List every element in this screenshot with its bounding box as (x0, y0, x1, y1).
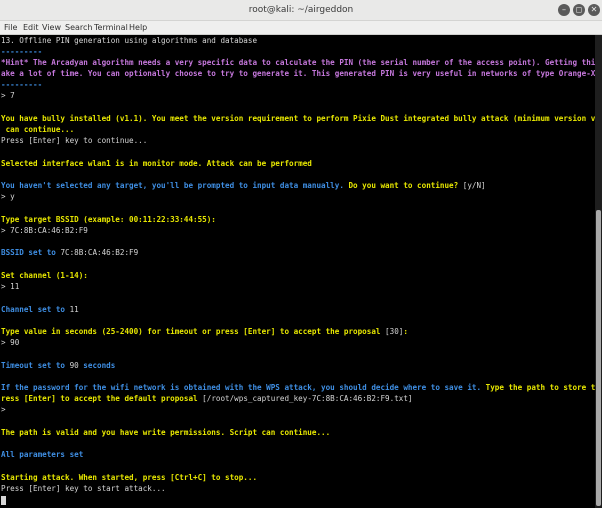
terminal-cursor (1, 496, 6, 505)
terminal-text: [30] (385, 327, 404, 336)
terminal-text: Press [Enter] key to continue... (1, 136, 148, 145)
terminal-line: --------- (1, 80, 42, 90)
terminal-text: Do you want to continue? (348, 181, 459, 190)
terminal-text: > y (1, 192, 15, 201)
terminal-text: Timeout set to (1, 361, 70, 370)
terminal-line: Set channel (1-14): (1, 271, 88, 281)
terminal-text: [/root/wps_captured_key-7C:8B:CA:46:B2:F… (202, 394, 413, 403)
terminal-text: You haven't selected any target, you'll … (1, 181, 349, 190)
terminal-text: Channel set to (1, 305, 70, 314)
terminal-line: All parameters set (1, 450, 83, 460)
terminal-line: If the password for the wifi network is … (1, 383, 602, 393)
terminal-line: > 11 (1, 282, 19, 292)
terminal-text: Type value in seconds (25-2400) for time… (1, 327, 386, 336)
menu-terminal[interactable]: Terminal (94, 21, 128, 34)
terminal-text: Type target BSSID (example: 00:11:22:33:… (1, 215, 216, 224)
terminal-text: ake a lot of time. You can optionally ch… (1, 69, 602, 78)
terminal-line: You haven't selected any target, you'll … (1, 181, 486, 191)
minimize-button[interactable]: – (558, 4, 570, 16)
terminal-text: : (403, 327, 408, 336)
terminal-text: The path is valid and you have write per… (1, 428, 331, 437)
terminal-line: --------- (1, 47, 42, 57)
terminal-output[interactable]: 13. Offline PIN generation using algorit… (0, 35, 602, 508)
terminal-text: Press [Enter] key to start attack... (1, 484, 166, 493)
menu-edit[interactable]: Edit (23, 21, 39, 34)
terminal-text: > 11 (1, 282, 20, 291)
terminal-text: > 7 (1, 91, 15, 100)
terminal-text: > 90 (1, 338, 20, 347)
terminal-text: seconds (78, 361, 116, 370)
terminal-text: 90 (69, 361, 79, 370)
terminal-line: Channel set to 11 (1, 305, 79, 315)
menu-file[interactable]: File (4, 21, 17, 34)
terminal-line: The path is valid and you have write per… (1, 428, 330, 438)
terminal-line: Selected interface wlan1 is in monitor m… (1, 159, 312, 169)
terminal-window: root@kali: ~/airgeddon – ◻ ✕ File Edit V… (0, 0, 602, 508)
terminal-line: Type target BSSID (example: 00:11:22:33:… (1, 215, 216, 225)
terminal-line: > y (1, 192, 15, 202)
terminal-line: 13. Offline PIN generation using algorit… (1, 36, 257, 46)
menu-help[interactable]: Help (129, 21, 147, 34)
terminal-line: You have bully installed (v1.1). You mee… (1, 114, 602, 124)
terminal-text: 11 (69, 305, 79, 314)
title-bar[interactable]: root@kali: ~/airgeddon – ◻ ✕ (0, 0, 602, 21)
terminal-line: Type value in seconds (25-2400) for time… (1, 327, 408, 337)
terminal-text: Selected interface wlan1 is in monitor m… (1, 159, 312, 168)
terminal-text: can continue... (1, 125, 75, 134)
terminal-text: Set channel (1-14): (1, 271, 88, 280)
terminal-line: BSSID set to 7C:8B:CA:46:B2:F9 (1, 248, 138, 258)
maximize-button[interactable]: ◻ (573, 4, 585, 16)
terminal-text: All parameters set (1, 450, 84, 459)
window-title: root@kali: ~/airgeddon (248, 5, 354, 15)
terminal-line: > (1, 405, 6, 415)
terminal-line: > 7C:8B:CA:46:B2:F9 (1, 226, 88, 236)
terminal-line: Press [Enter] key to start attack... (1, 484, 166, 494)
scrollbar[interactable] (595, 35, 602, 508)
terminal-text: If the password for the wifi network is … (1, 383, 486, 392)
terminal-line: ress [Enter] to accept the default propo… (1, 394, 412, 404)
terminal-text: *Hint* The Arcadyan algorithm needs a ve… (1, 58, 602, 67)
terminal-text: --------- (1, 80, 43, 89)
terminal-text: BSSID set to (1, 248, 61, 257)
terminal-line: > 90 (1, 338, 19, 348)
menu-bar: File Edit View Search Terminal Help (0, 21, 602, 35)
terminal-text: 13. Offline PIN generation using algorit… (1, 36, 258, 45)
menu-view[interactable]: View (42, 21, 61, 34)
terminal-line: Press [Enter] key to continue... (1, 136, 147, 146)
terminal-line: Starting attack. When started, press [Ct… (1, 473, 257, 483)
scrollbar-thumb[interactable] (596, 210, 601, 506)
terminal-text: [y/N] (458, 181, 486, 190)
terminal-line: can continue... (1, 125, 75, 135)
terminal-text: You have bully installed (v1.1). You mee… (1, 114, 602, 123)
terminal-text: Type the path to store the file or p (485, 383, 602, 392)
terminal-text: ress [Enter] to accept the default propo… (1, 394, 203, 403)
menu-search[interactable]: Search (65, 21, 92, 34)
terminal-line: Timeout set to 90 seconds (1, 361, 115, 371)
terminal-line: ake a lot of time. You can optionally ch… (1, 69, 602, 79)
terminal-text: Starting attack. When started, press [Ct… (1, 473, 258, 482)
terminal-text: 7C:8B:CA:46:B2:F9 (60, 248, 139, 257)
terminal-text: > (1, 405, 6, 414)
terminal-line: > 7 (1, 91, 15, 101)
terminal-text: --------- (1, 47, 43, 56)
terminal-line: *Hint* The Arcadyan algorithm needs a ve… (1, 58, 602, 68)
terminal-text: > 7C:8B:CA:46:B2:F9 (1, 226, 88, 235)
close-button[interactable]: ✕ (588, 4, 600, 16)
